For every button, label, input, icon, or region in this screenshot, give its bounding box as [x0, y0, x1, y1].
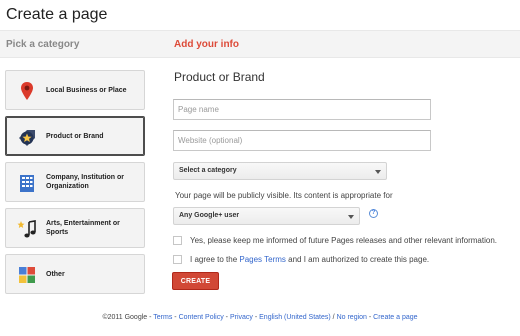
footer-language-link[interactable]: English (United States): [259, 314, 331, 321]
category-local-business[interactable]: Local Business or Place: [5, 70, 145, 110]
step-add-info: Add your info: [174, 39, 239, 50]
category-select[interactable]: Select a category: [173, 162, 387, 180]
music-note-icon: [17, 220, 36, 238]
footer-privacy-link[interactable]: Privacy: [230, 314, 253, 321]
keep-informed-checkbox[interactable]: [173, 235, 182, 245]
audience-select-value: Any Google+ user: [179, 212, 240, 219]
category-arts[interactable]: Arts, Entertainment or Sports: [5, 208, 145, 248]
tiles-icon: [19, 267, 35, 283]
create-button[interactable]: CREATE: [172, 272, 219, 290]
category-select-value: Select a category: [179, 167, 237, 174]
agree-suffix: and I am authorized to create this page.: [285, 254, 430, 264]
category-label: Arts, Entertainment or Sports: [46, 220, 120, 236]
footer-content-policy-link[interactable]: Content Policy: [179, 314, 224, 321]
chevron-down-icon: [375, 170, 381, 174]
category-label: Product or Brand: [46, 132, 104, 140]
category-label: Local Business or Place: [46, 86, 127, 94]
keep-informed-row: Yes, please keep me informed of future P…: [173, 234, 497, 246]
visibility-text: Your page will be publicly visible. Its …: [175, 191, 393, 200]
agree-terms-checkbox[interactable]: [173, 254, 182, 264]
form-title: Product or Brand: [174, 70, 265, 84]
map-pin-icon: [21, 82, 33, 100]
star-tag-icon: [19, 130, 35, 146]
footer-create-page-link[interactable]: Create a page: [373, 314, 417, 321]
keep-informed-label: Yes, please keep me informed of future P…: [190, 235, 497, 245]
category-product-brand[interactable]: Product or Brand: [5, 116, 145, 156]
footer-copyright: ©2011 Google: [102, 314, 148, 321]
chevron-down-icon: [348, 215, 354, 219]
steps-bar: Pick a category Add your info: [0, 30, 520, 58]
page-title: Create a page: [6, 6, 108, 23]
help-icon[interactable]: ?: [369, 209, 378, 218]
step-pick-category: Pick a category: [6, 39, 80, 50]
agree-prefix: I agree to the: [190, 254, 240, 264]
category-company[interactable]: Company, Institution or Organization: [5, 162, 145, 202]
page-name-input[interactable]: [173, 99, 431, 120]
category-other[interactable]: Other: [5, 254, 145, 294]
building-icon: [20, 175, 34, 192]
footer-region-link[interactable]: No region: [337, 314, 367, 321]
category-label: Company, Institution or Organization: [46, 174, 125, 190]
audience-select[interactable]: Any Google+ user: [173, 207, 360, 225]
footer-terms-link[interactable]: Terms: [153, 314, 172, 321]
agree-terms-row: I agree to the Pages Terms and I am auth…: [173, 253, 429, 265]
category-label: Other: [46, 270, 65, 278]
website-input[interactable]: [173, 130, 431, 151]
pages-terms-link[interactable]: Pages Terms: [239, 255, 286, 264]
agree-terms-label: I agree to the Pages Terms and I am auth…: [190, 255, 429, 264]
footer: ©2011 Google - Terms - Content Policy - …: [0, 314, 520, 321]
